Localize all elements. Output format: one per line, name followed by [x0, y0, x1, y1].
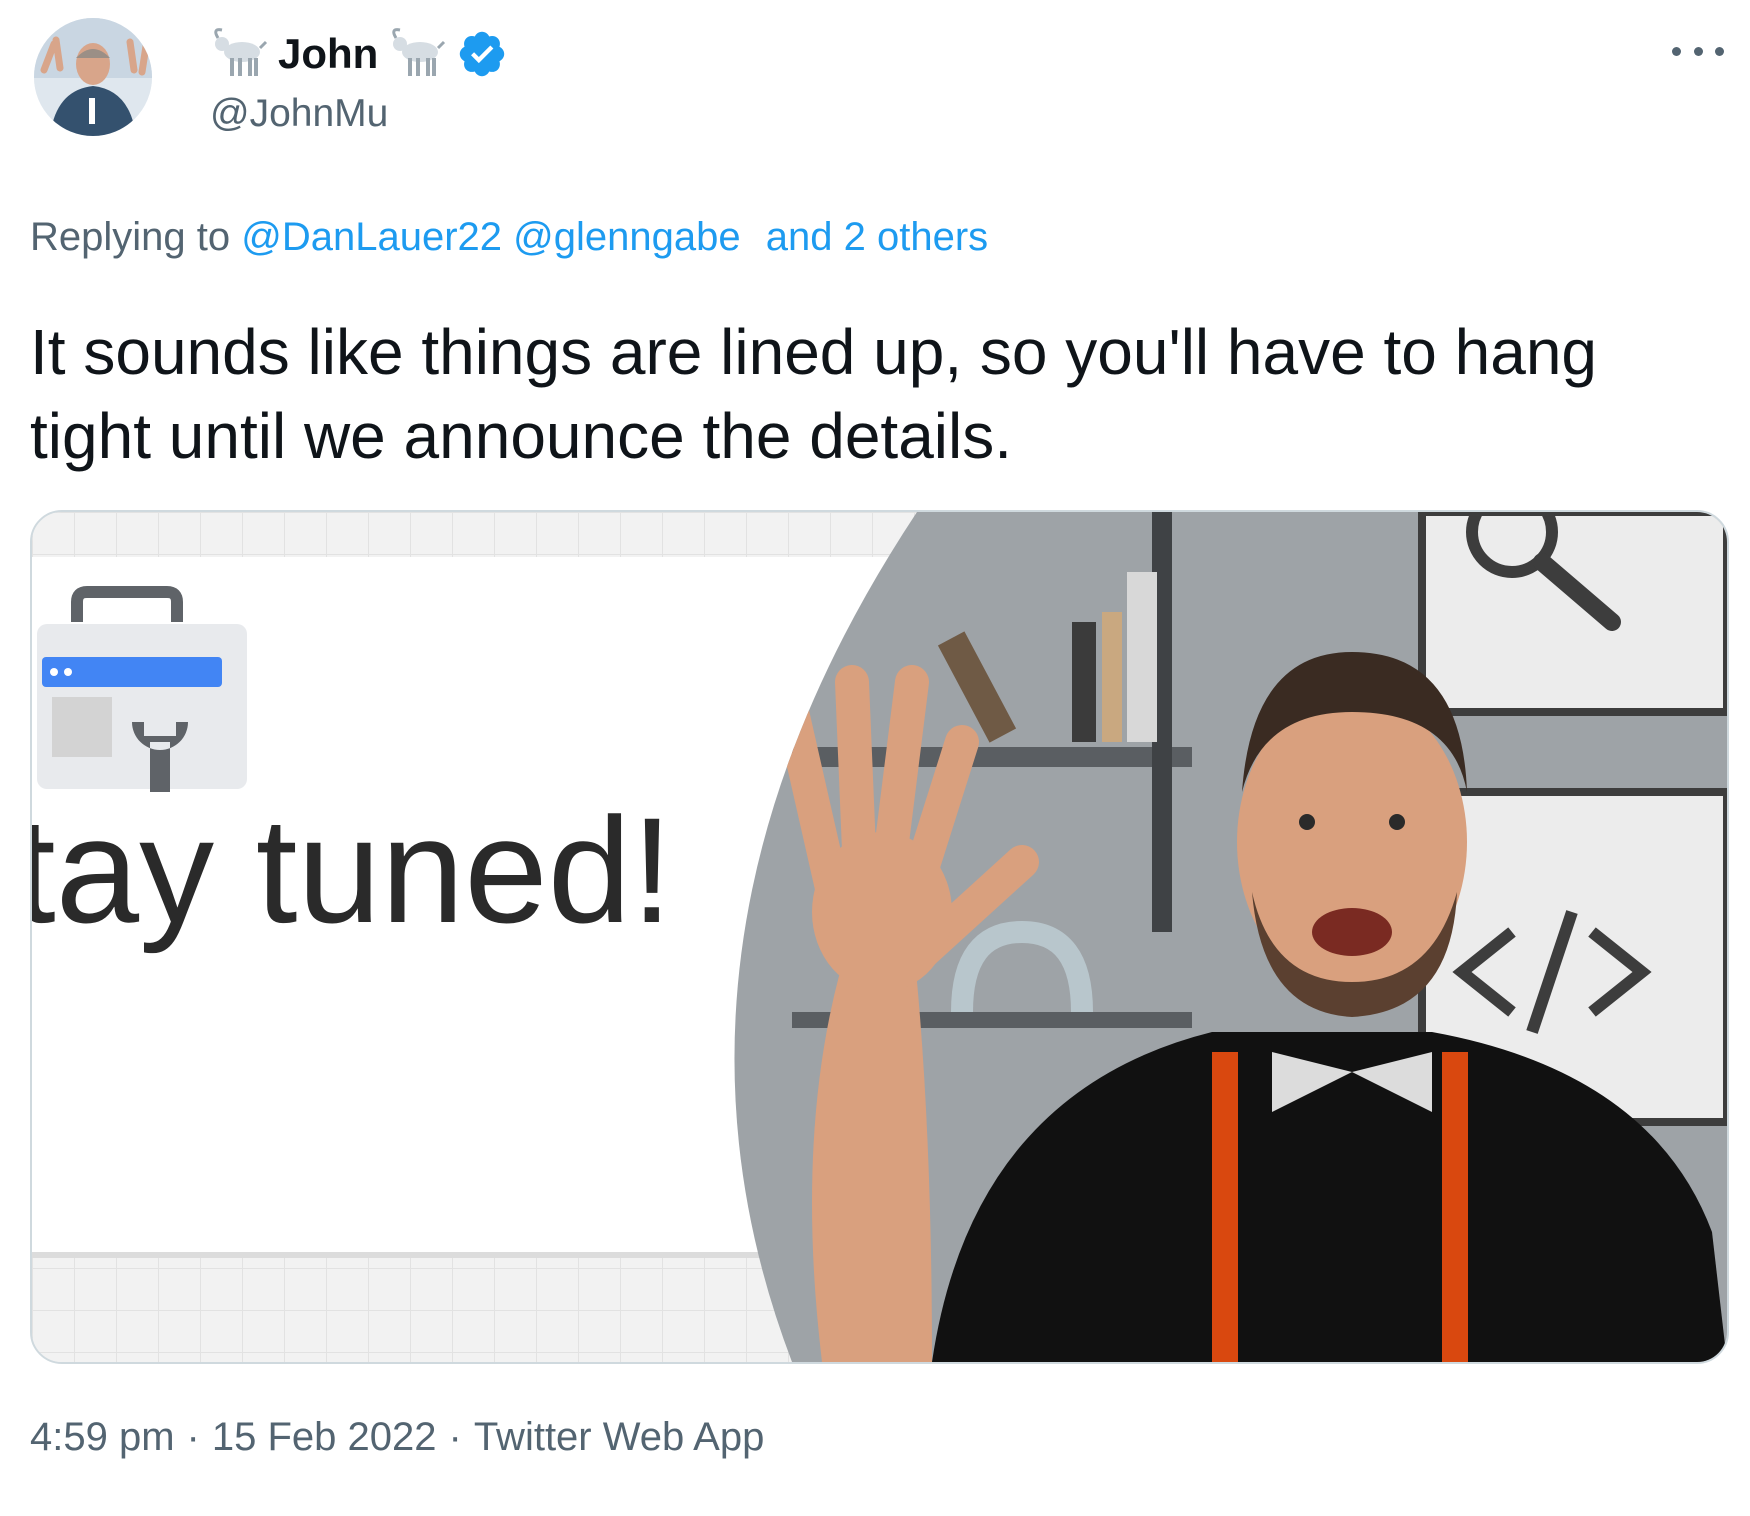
author-name-row[interactable]: John	[210, 26, 508, 82]
tweet-metadata: 4:59 pm · 15 Feb 2022 · Twitter Web App	[30, 1415, 765, 1459]
mention-link[interactable]: @DanLauer22	[241, 215, 502, 259]
tweet-date[interactable]: 15 Feb 2022	[212, 1415, 437, 1459]
more-dot-icon	[1672, 46, 1681, 56]
replying-to-label: Replying to	[30, 215, 231, 259]
suspender-left	[1212, 1052, 1238, 1362]
stay-tuned-text: tay tuned!	[32, 786, 673, 954]
tweet-time[interactable]: 4:59 pm	[30, 1415, 175, 1459]
avatar-photo	[34, 18, 152, 136]
more-dot-icon	[1715, 46, 1724, 56]
more-options-button[interactable]	[1672, 36, 1724, 66]
goat-icon	[214, 28, 268, 76]
tweet-text: It sounds like things are lined up, so y…	[30, 316, 1597, 472]
replying-to-line: Replying to @DanLauer22 @glenngabe and 2…	[30, 215, 988, 260]
author-handle[interactable]: @JohnMu	[210, 92, 388, 136]
goat-icon	[392, 28, 446, 76]
suspender-right	[1442, 1052, 1468, 1362]
others-link[interactable]: and 2 others	[766, 215, 988, 259]
display-name[interactable]: John	[278, 30, 378, 78]
avatar[interactable]	[34, 18, 152, 136]
media-illustration: tay tuned!	[32, 512, 1727, 1362]
mention-link[interactable]: @glenngabe	[513, 215, 740, 259]
verified-badge-icon	[460, 31, 505, 77]
tweet-source[interactable]: Twitter Web App	[474, 1415, 765, 1459]
more-dot-icon	[1693, 46, 1703, 56]
tweet-media-image[interactable]: tay tuned!	[30, 510, 1729, 1364]
